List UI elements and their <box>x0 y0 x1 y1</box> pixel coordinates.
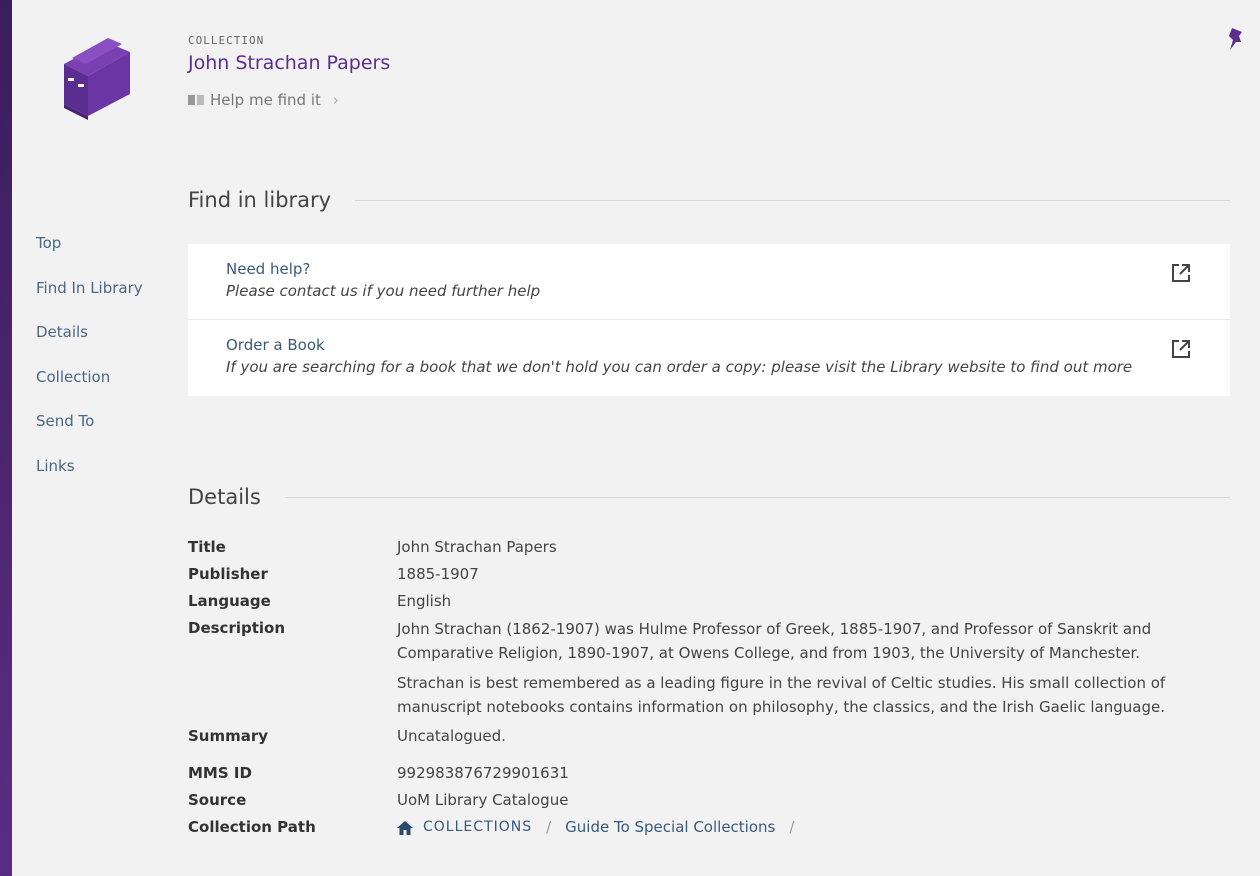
detail-label: Description <box>188 619 286 637</box>
detail-label: Source <box>188 791 247 809</box>
pin-icon[interactable] <box>1226 26 1246 52</box>
details-table: Title John Strachan Papers Publisher 188… <box>188 534 1230 841</box>
description-paragraph: Strachan is best remembered as a leading… <box>397 674 1166 716</box>
find-in-library-title: Find in library <box>188 188 332 212</box>
chevron-right-icon: › <box>332 91 339 109</box>
service-description: If you are searching for a book that we … <box>226 358 1133 376</box>
help-me-find-it-link[interactable]: Help me find it › <box>188 91 339 109</box>
detail-label: Publisher <box>188 565 268 583</box>
service-title: Need help? <box>226 260 311 278</box>
detail-value: John Strachan (1862-1907) was Hulme Prof… <box>397 615 1230 719</box>
detail-row-title: Title John Strachan Papers <box>188 534 1230 561</box>
detail-label: Summary <box>188 727 269 745</box>
detail-row-collection-path: Collection Path COLLECTIONS / Guide To S… <box>188 814 1230 841</box>
service-order-a-book[interactable]: Order a Book If you are searching for a … <box>188 320 1230 396</box>
map-book-icon <box>188 95 204 105</box>
detail-value: John Strachan Papers <box>397 538 557 556</box>
sidenav-item-send-to[interactable]: Send To <box>36 410 143 455</box>
record-title[interactable]: John Strachan Papers <box>188 52 390 74</box>
external-link-icon[interactable] <box>1170 262 1192 284</box>
divider <box>355 199 1230 201</box>
find-in-library-heading: Find in library <box>188 188 1230 212</box>
sidenav-item-find-in-library[interactable]: Find In Library <box>36 277 143 322</box>
detail-label: MMS ID <box>188 764 252 782</box>
record-panel: COLLECTION John Strachan Papers Help me … <box>12 0 1260 876</box>
breadcrumb-separator: / <box>789 818 795 836</box>
detail-value: Uncatalogued. <box>397 727 506 745</box>
detail-value: 992983876729901631 <box>397 764 569 782</box>
detail-row-mms-id: MMS ID 992983876729901631 <box>188 760 1230 787</box>
service-need-help[interactable]: Need help? Please contact us if you need… <box>188 244 1230 320</box>
details-title: Details <box>188 485 261 509</box>
detail-label: Title <box>188 538 226 556</box>
help-me-find-it-label: Help me find it <box>210 91 321 109</box>
details-heading: Details <box>188 485 1230 509</box>
section-nav: Top Find In Library Details Collection S… <box>36 232 143 500</box>
detail-row-publisher: Publisher 1885-1907 <box>188 561 1230 588</box>
home-icon[interactable] <box>397 820 413 835</box>
detail-label: Language <box>188 592 271 610</box>
detail-value: COLLECTIONS / Guide To Special Collectio… <box>397 814 1230 841</box>
books-icon <box>64 38 130 120</box>
record-type-label: COLLECTION <box>188 34 265 47</box>
service-title: Order a Book <box>226 336 325 354</box>
breadcrumb-separator: / <box>546 818 552 836</box>
external-link-icon[interactable] <box>1170 338 1192 360</box>
collection-breadcrumb: COLLECTIONS / Guide To Special Collectio… <box>397 814 1230 841</box>
service-description: Please contact us if you need further he… <box>226 282 541 300</box>
sidenav-item-collection[interactable]: Collection <box>36 366 143 411</box>
breadcrumb-guide-link[interactable]: Guide To Special Collections <box>565 814 775 841</box>
breadcrumb-collections-link[interactable]: COLLECTIONS <box>423 814 532 841</box>
detail-row-summary: Summary Uncatalogued. <box>188 723 1230 750</box>
detail-value: 1885-1907 <box>397 565 479 583</box>
divider <box>284 496 1230 498</box>
detail-row-description: Description John Strachan (1862-1907) wa… <box>188 615 1230 719</box>
detail-value: English <box>397 592 452 610</box>
detail-value: UoM Library Catalogue <box>397 791 569 809</box>
sidenav-item-details[interactable]: Details <box>36 321 143 366</box>
sidenav-item-links[interactable]: Links <box>36 455 143 500</box>
detail-row-source: Source UoM Library Catalogue <box>188 787 1230 814</box>
services-list: Need help? Please contact us if you need… <box>188 244 1230 396</box>
sidenav-item-top[interactable]: Top <box>36 232 143 277</box>
detail-row-language: Language English <box>188 588 1230 615</box>
description-paragraph: John Strachan (1862-1907) was Hulme Prof… <box>397 620 1152 662</box>
detail-label: Collection Path <box>188 818 316 836</box>
